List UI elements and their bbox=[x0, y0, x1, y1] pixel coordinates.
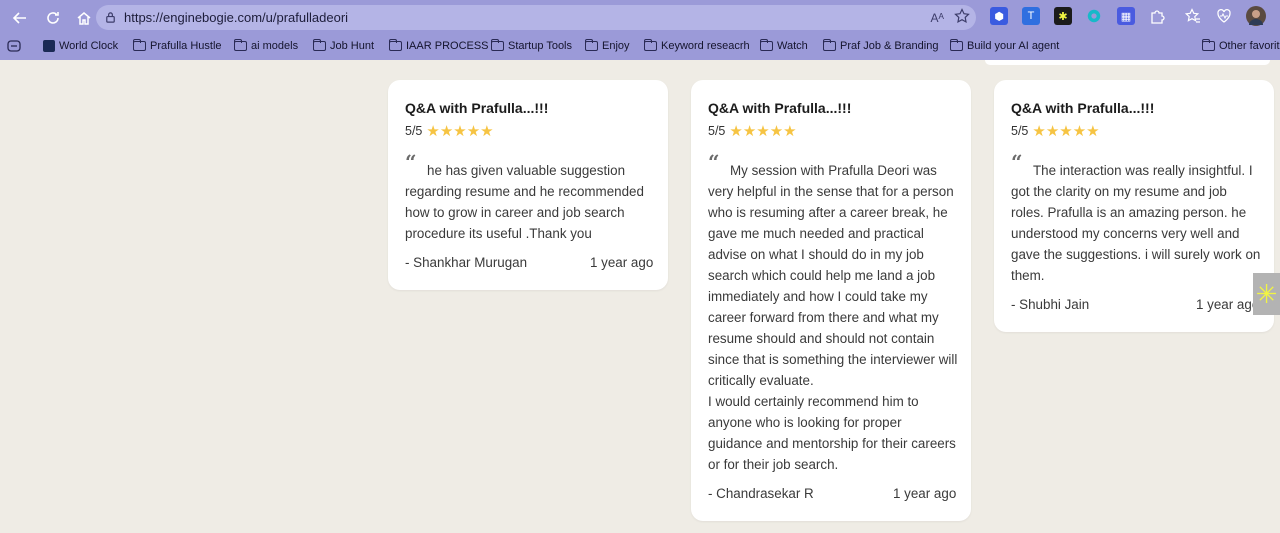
bookmark-label: IAAR PROCESS bbox=[406, 40, 489, 52]
url-text[interactable]: https://enginebogie.com/u/prafulladeori bbox=[124, 10, 348, 25]
rating-score: 5/5 bbox=[708, 124, 726, 138]
puzzle-extensions-icon[interactable] bbox=[1148, 7, 1166, 25]
bookmark-folder-watch[interactable]: Watch bbox=[760, 39, 808, 52]
review-card: Q&A with Prafulla...!!! 5/5 ★★★★★ “ My s… bbox=[691, 80, 971, 521]
profile-avatar[interactable] bbox=[1246, 6, 1266, 26]
review-title: Q&A with Prafulla...!!! bbox=[1011, 100, 1155, 116]
shield-extension-icon[interactable]: ⬢ bbox=[990, 7, 1008, 25]
bookmark-label: World Clock bbox=[59, 40, 119, 52]
bookmark-label: Keyword reseacrh bbox=[661, 40, 750, 52]
lock-icon[interactable] bbox=[104, 11, 118, 25]
back-arrow-icon[interactable] bbox=[9, 7, 31, 29]
folder-icon bbox=[585, 39, 598, 51]
grid-extension-icon[interactable]: ▦ bbox=[1117, 7, 1135, 25]
folder-icon bbox=[760, 39, 773, 51]
folder-icon bbox=[234, 39, 247, 51]
review-time: 1 year ago bbox=[893, 486, 957, 501]
sidebar-toggle-icon[interactable] bbox=[7, 40, 21, 52]
review-paragraph: I would certainly recommend him to anyon… bbox=[708, 394, 956, 472]
bookmark-label: Watch bbox=[777, 40, 808, 52]
folder-icon bbox=[313, 39, 326, 51]
asterisk-extension-icon[interactable]: ✱ bbox=[1054, 7, 1072, 25]
bookmark-folder-build-ai-agent[interactable]: Build your AI agent bbox=[950, 39, 1060, 52]
bookmark-label: ai models bbox=[251, 40, 299, 52]
folder-icon bbox=[1202, 39, 1215, 51]
circle-extension-icon[interactable] bbox=[1085, 7, 1103, 25]
favorites-icon[interactable] bbox=[1184, 7, 1202, 25]
bookmark-folder-startup-tools[interactable]: Startup Tools bbox=[491, 39, 573, 52]
bookmark-folder-other-favorites[interactable]: Other favorit bbox=[1202, 39, 1280, 52]
bookmark-label: Praf Job & Branding bbox=[840, 40, 939, 52]
review-text: he has given valuable suggestion regardi… bbox=[405, 160, 656, 244]
browser-toolbar: https://enginebogie.com/u/prafulladeori … bbox=[0, 0, 1280, 35]
review-paragraph: The interaction was really insightful. I… bbox=[1011, 163, 1261, 283]
star-rating-icons: ★★★★★ bbox=[426, 123, 494, 140]
review-time: 1 year ago bbox=[1196, 297, 1260, 312]
favorite-star-icon[interactable] bbox=[954, 8, 970, 27]
folder-icon bbox=[950, 39, 963, 51]
address-bar[interactable]: https://enginebogie.com/u/prafulladeori … bbox=[96, 5, 976, 30]
review-author: - Chandrasekar R bbox=[708, 486, 814, 501]
bookmark-folder-keyword-research[interactable]: Keyword reseacrh bbox=[644, 39, 750, 52]
star-rating-icons: ★★★★★ bbox=[729, 123, 797, 140]
floating-asterisk-widget[interactable]: ✳ bbox=[1253, 273, 1280, 315]
review-title: Q&A with Prafulla...!!! bbox=[405, 100, 549, 116]
review-author: - Shankhar Murugan bbox=[405, 255, 528, 270]
home-icon[interactable] bbox=[73, 7, 95, 29]
health-heart-icon[interactable] bbox=[1215, 7, 1233, 25]
bookmark-label: Other favorit bbox=[1219, 40, 1280, 52]
review-card: Q&A with Prafulla...!!! 5/5 ★★★★★ “ he h… bbox=[388, 80, 668, 290]
bookmark-label: Startup Tools bbox=[508, 40, 573, 52]
bookmark-folder-praf-job-branding[interactable]: Praf Job & Branding bbox=[823, 39, 939, 52]
trello-extension-icon[interactable]: T bbox=[1022, 7, 1040, 25]
reload-icon[interactable] bbox=[42, 7, 64, 29]
folder-icon bbox=[491, 39, 504, 51]
read-aloud-icon[interactable]: Aᴬ bbox=[931, 11, 944, 25]
bookmark-folder-iaar-process[interactable]: IAAR PROCESS bbox=[389, 39, 489, 52]
review-card: Q&A with Prafulla...!!! 5/5 ★★★★★ “ The … bbox=[994, 80, 1274, 332]
review-text: The interaction was really insightful. I… bbox=[1011, 160, 1262, 286]
rating-score: 5/5 bbox=[1011, 124, 1029, 138]
rating: 5/5 ★★★★★ bbox=[1011, 122, 1100, 140]
rating: 5/5 ★★★★★ bbox=[405, 122, 494, 140]
bookmark-folder-enjoy[interactable]: Enjoy bbox=[585, 39, 630, 52]
bookmark-label: Job Hunt bbox=[330, 40, 375, 52]
bookmark-folder-prafulla-hustle[interactable]: Prafulla Hustle bbox=[133, 39, 222, 52]
bookmark-folder-ai-models[interactable]: ai models bbox=[234, 39, 299, 52]
bookmark-label: Enjoy bbox=[602, 40, 630, 52]
previous-card-edge bbox=[985, 60, 1270, 65]
review-time: 1 year ago bbox=[590, 255, 654, 270]
clock-icon bbox=[43, 40, 55, 52]
page-content: Q&A with Prafulla...!!! 5/5 ★★★★★ “ he h… bbox=[0, 60, 1280, 533]
review-paragraph: he has given valuable suggestion regardi… bbox=[405, 163, 644, 241]
star-rating-icons: ★★★★★ bbox=[1032, 123, 1100, 140]
review-paragraph: My session with Prafulla Deori was very … bbox=[708, 163, 958, 388]
bookmark-label: Build your AI agent bbox=[967, 40, 1060, 52]
folder-icon bbox=[644, 39, 657, 51]
bookmarks-bar: World Clock Prafulla Hustle ai models Jo… bbox=[0, 35, 1280, 60]
bookmark-folder-job-hunt[interactable]: Job Hunt bbox=[313, 39, 375, 52]
folder-icon bbox=[823, 39, 836, 51]
rating-score: 5/5 bbox=[405, 124, 423, 138]
review-title: Q&A with Prafulla...!!! bbox=[708, 100, 852, 116]
rating: 5/5 ★★★★★ bbox=[708, 122, 797, 140]
bookmark-label: Prafulla Hustle bbox=[150, 40, 222, 52]
folder-icon bbox=[389, 39, 402, 51]
folder-icon bbox=[133, 39, 146, 51]
review-author: - Shubhi Jain bbox=[1011, 297, 1090, 312]
review-text: My session with Prafulla Deori was very … bbox=[708, 160, 959, 475]
bookmark-world-clock[interactable]: World Clock bbox=[43, 40, 118, 52]
